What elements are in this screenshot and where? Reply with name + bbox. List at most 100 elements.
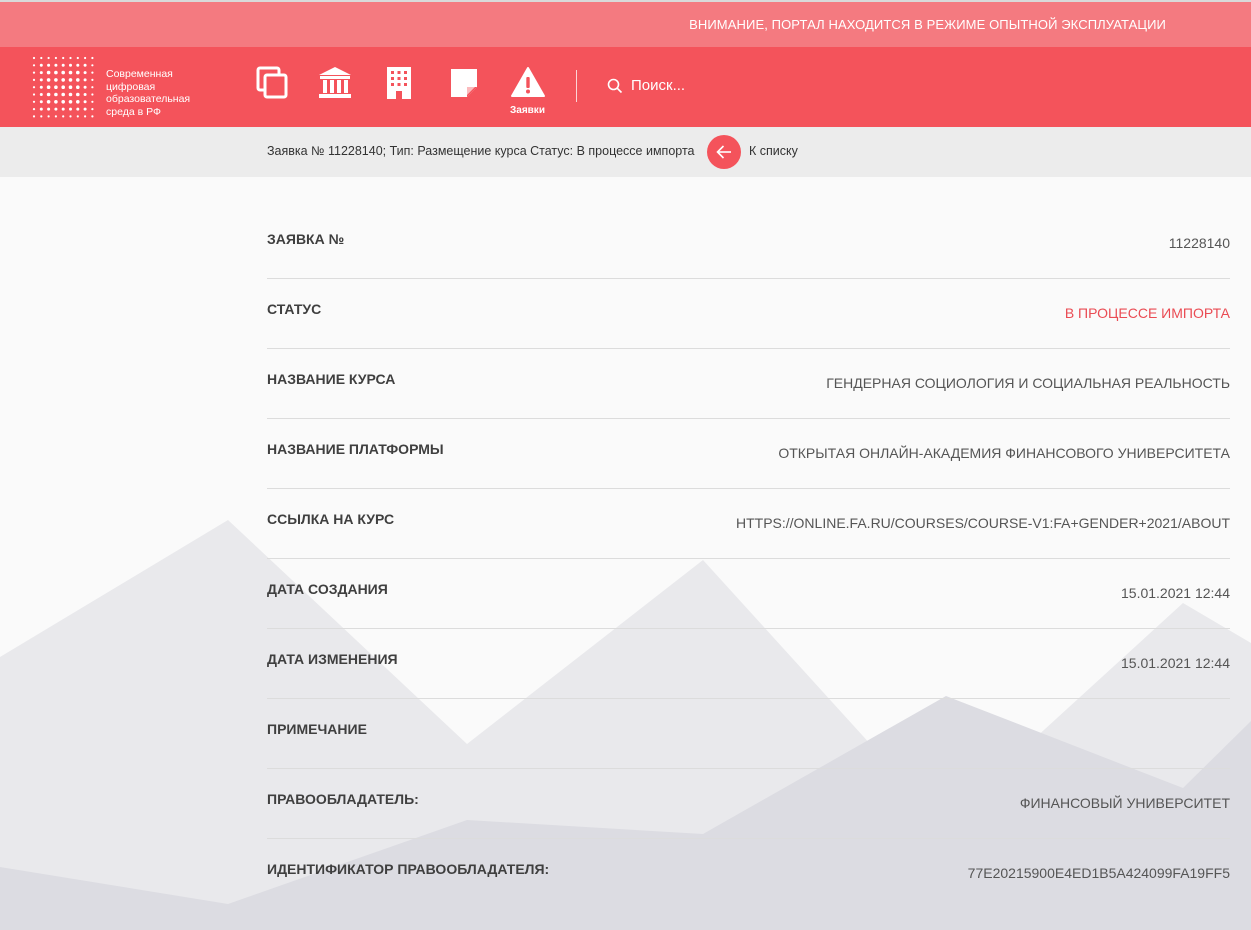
detail-label: НАЗВАНИЕ ПЛАТФОРМЫ — [267, 441, 444, 457]
logo-dot — [32, 71, 36, 74]
logo-dot — [54, 115, 57, 118]
logo-dot — [47, 107, 51, 111]
logo-dot — [91, 71, 94, 74]
logo-dot — [76, 115, 79, 118]
nav-label-requests[interactable]: Заявки — [510, 105, 545, 116]
logo-dot — [39, 85, 43, 89]
logo-line: среда в РФ — [106, 106, 161, 119]
logo-dots-icon[interactable] — [30, 55, 96, 119]
logo-dot — [76, 78, 80, 82]
detail-row: СТАТУС В ПРОЦЕССЕ ИМПОРТА — [267, 279, 1230, 349]
logo-dot — [39, 63, 43, 67]
logo-dot — [84, 56, 87, 60]
logo-dot — [76, 70, 80, 75]
search-placeholder: Поиск... — [631, 77, 686, 94]
copy-icon[interactable] — [255, 65, 291, 101]
logo-dot — [40, 56, 43, 60]
logo-dot — [54, 78, 58, 82]
logo-dot — [91, 93, 94, 96]
logo-dot — [46, 85, 51, 89]
logo-dot — [76, 92, 80, 97]
logo-dot — [54, 100, 58, 104]
logo-dot — [83, 93, 87, 96]
logo-dot — [54, 92, 58, 97]
logo-dot — [46, 78, 51, 82]
detail-row: НАЗВАНИЕ ПЛАТФОРМЫ ОТКРЫТАЯ ОНЛАЙН-АКАДЕ… — [267, 419, 1230, 489]
logo-dot — [83, 63, 87, 67]
logo-dot — [91, 78, 94, 81]
logo-dot — [91, 108, 94, 111]
detail-row: ЗАЯВКА № 11228140 — [267, 209, 1230, 279]
logo-dot — [54, 107, 58, 111]
logo-dot — [61, 92, 65, 97]
logo-dot — [83, 78, 87, 82]
logo-dot — [32, 64, 36, 67]
logo-dot — [46, 92, 51, 97]
logo-dot — [47, 115, 50, 118]
detail-row: ПРИМЕЧАНИЕ — [267, 699, 1230, 769]
logo-dot — [39, 107, 43, 111]
note-icon[interactable] — [446, 65, 482, 101]
detail-label: ПРИМЕЧАНИЕ — [267, 721, 367, 737]
logo-dot — [61, 70, 65, 75]
logo-dot — [32, 56, 36, 60]
logo-dot — [61, 107, 65, 111]
logo-dot — [39, 71, 43, 75]
back-to-list-link[interactable]: К списку — [749, 144, 798, 158]
detail-row: ДАТА СОЗДАНИЯ 15.01.2021 12:44 — [267, 559, 1230, 629]
logo-dot — [76, 100, 80, 104]
site-header: Современная цифровая образовательная сре… — [0, 47, 1251, 127]
detail-label: ПРАВООБЛАДАТЕЛЬ: — [267, 791, 419, 807]
logo-dot — [69, 63, 72, 67]
logo-dot — [91, 115, 94, 118]
logo-dot — [83, 100, 87, 104]
building-icon[interactable] — [381, 65, 417, 101]
logo-dot — [62, 56, 65, 60]
logo-dot — [76, 56, 79, 60]
detail-label: ДАТА СОЗДАНИЯ — [267, 581, 388, 597]
logo-dot — [47, 56, 50, 60]
course-link-value: HTTPS://ONLINE.FA.RU/COURSES/COURSE-V1:F… — [735, 515, 1230, 531]
detail-row: ИДЕНТИФИКАТОР ПРАВООБЛАДАТЕЛЯ: 77E202159… — [267, 839, 1230, 908]
detail-row: ПРАВООБЛАДАТЕЛЬ: ФИНАНСОВЫЙ УНИВЕРСИТЕТ — [267, 769, 1230, 839]
detail-label: ССЫЛКА НА КУРС — [267, 511, 395, 527]
logo-dot — [83, 107, 87, 111]
logo-dot — [32, 93, 36, 96]
logo-dot — [91, 86, 94, 89]
logo-dot — [91, 64, 94, 67]
logo-dot — [32, 108, 36, 111]
logo-dot — [32, 115, 36, 118]
detail-label: ИДЕНТИФИКАТОР ПРАВООБЛАДАТЕЛЯ: — [267, 861, 550, 877]
logo-dot — [32, 86, 36, 89]
logo-dot — [61, 78, 65, 82]
nav-divider — [576, 70, 577, 102]
trial-mode-banner: ВНИМАНИЕ, ПОРТАЛ НАХОДИТСЯ В РЕЖИМЕ ОПЫТ… — [0, 2, 1251, 47]
logo-dot — [68, 85, 73, 89]
logo-dot — [76, 107, 80, 111]
course-name-value: ГЕНДЕРНАЯ СОЦИОЛОГИЯ И СОЦИАЛЬНАЯ РЕАЛЬН… — [826, 375, 1230, 391]
logo-dot — [39, 93, 43, 96]
created-date-value: 15.01.2021 12:44 — [1121, 585, 1230, 601]
detail-label: ЗАЯВКА № — [267, 231, 345, 247]
warning-icon[interactable] — [510, 65, 546, 101]
institution-icon[interactable] — [317, 65, 353, 101]
request-number-value: 11228140 — [1168, 235, 1230, 251]
rightholder-value: ФИНАНСОВЫЙ УНИВЕРСИТЕТ — [1019, 795, 1230, 811]
logo-dot — [68, 100, 73, 104]
logo-dot — [76, 85, 80, 89]
logo-dot — [54, 85, 58, 89]
logo-dot — [54, 63, 58, 67]
logo-dot — [84, 115, 87, 118]
logo-dot — [46, 70, 51, 75]
back-button[interactable] — [707, 135, 741, 169]
logo-dot — [83, 71, 87, 75]
logo-dot — [54, 56, 57, 60]
detail-label: СТАТУС — [267, 301, 322, 317]
logo-text[interactable]: Современная цифровая образовательная сре… — [106, 68, 216, 119]
platform-name-value: ОТКРЫТАЯ ОНЛАЙН-АКАДЕМИЯ ФИНАНСОВОГО УНИ… — [778, 445, 1230, 461]
logo-dot — [61, 100, 65, 104]
status-value: В ПРОЦЕССЕ ИМПОРТА — [1064, 305, 1230, 321]
logo-dot — [32, 78, 36, 81]
logo-dot — [83, 85, 87, 89]
detail-row: ДАТА ИЗМЕНЕНИЯ 15.01.2021 12:44 — [267, 629, 1230, 699]
